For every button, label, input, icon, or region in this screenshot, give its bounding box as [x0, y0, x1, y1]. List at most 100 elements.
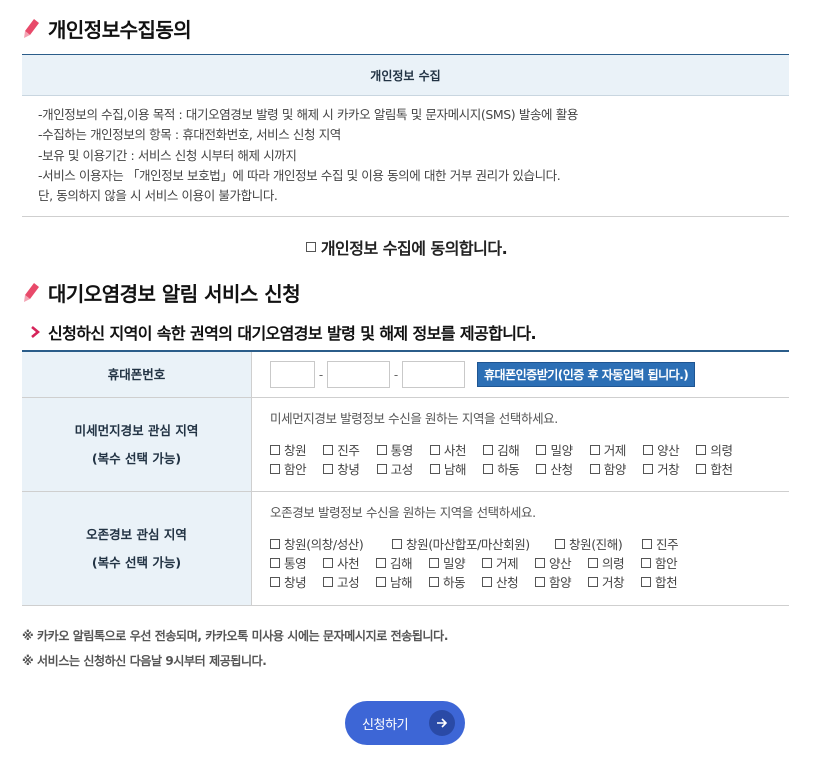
region-checkbox[interactable]: 사천	[429, 440, 483, 459]
checkbox-box[interactable]	[270, 463, 280, 474]
region-checkbox[interactable]: 진주	[642, 534, 702, 553]
region-checkbox[interactable]: 하동	[483, 459, 536, 478]
region-checkbox[interactable]: 함안	[270, 459, 323, 478]
checkbox-box[interactable]	[270, 444, 280, 455]
region-checkbox[interactable]: 산청	[536, 459, 589, 478]
agree-checkbox[interactable]	[305, 242, 316, 252]
region-checkbox[interactable]: 창녕	[323, 459, 376, 478]
checkbox-box[interactable]	[483, 463, 494, 474]
checkbox-box[interactable]	[535, 576, 545, 587]
checkbox-box[interactable]	[588, 557, 598, 568]
region-checkbox[interactable]: 통영	[376, 440, 430, 459]
region-checkbox[interactable]: 의령	[588, 553, 641, 572]
region-checkbox[interactable]: 하동	[429, 572, 482, 591]
region-checkbox[interactable]: 창원(의창/성산)	[270, 534, 392, 553]
region-checkbox[interactable]: 진주	[323, 440, 376, 459]
region-label: 함안	[284, 462, 307, 477]
region-label: 합천	[655, 575, 678, 590]
checkbox-box[interactable]	[589, 463, 600, 474]
checkbox-box[interactable]	[536, 444, 547, 455]
checkbox-row: 창녕 고성 남해 하동 산청 함양 거창 합천	[270, 572, 789, 591]
region-checkbox[interactable]: 양산	[535, 553, 588, 572]
note-line: ※ 카카오 알림톡으로 우선 전송되며, 카카오톡 미사용 시에는 문자메시지로…	[22, 629, 448, 643]
checkbox-box[interactable]	[696, 444, 707, 455]
region-checkbox[interactable]: 창원(마산합포/마산회원)	[392, 534, 555, 553]
checkbox-box[interactable]	[482, 557, 492, 568]
region-checkbox[interactable]: 창원(진해)	[555, 534, 642, 553]
submit-button[interactable]: 신청하기	[345, 701, 465, 745]
checkbox-box[interactable]	[323, 557, 333, 568]
checkbox-row: 함안 창녕 고성 남해 하동 산청 함양 거창 합천	[270, 459, 789, 478]
checkbox-box[interactable]	[429, 576, 439, 587]
checkbox-box[interactable]	[429, 557, 439, 568]
checkbox-box[interactable]	[535, 557, 545, 568]
region-checkbox[interactable]: 양산	[643, 440, 696, 459]
region-checkbox[interactable]: 통영	[270, 553, 323, 572]
region-checkbox[interactable]: 고성	[376, 459, 430, 478]
region-checkbox[interactable]: 밀양	[429, 553, 482, 572]
agree-checkbox-row[interactable]: 개인정보 수집에 동의합니다.	[0, 235, 813, 259]
pm-region-cell: 미세먼지경보 발령정보 수신을 원하는 지역을 선택하세요. 창원 진주 통영 사천 김…	[252, 398, 789, 491]
region-checkbox[interactable]: 남해	[429, 459, 483, 478]
region-checkbox[interactable]: 합천	[696, 459, 749, 478]
region-checkbox[interactable]: 김해	[376, 553, 429, 572]
phone-part1-input[interactable]	[270, 361, 315, 388]
checkbox-box[interactable]	[376, 557, 386, 568]
checkbox-box[interactable]	[376, 463, 387, 474]
region-checkbox[interactable]: 거제	[482, 553, 535, 572]
checkbox-box[interactable]	[323, 444, 334, 455]
region-checkbox[interactable]: 고성	[323, 572, 376, 591]
checkbox-box[interactable]	[270, 576, 280, 587]
checkbox-box[interactable]	[270, 557, 280, 568]
checkbox-box[interactable]	[376, 576, 386, 587]
region-label: 거창	[602, 575, 625, 590]
region-checkbox[interactable]: 거창	[643, 459, 696, 478]
checkbox-box[interactable]	[641, 576, 651, 587]
region-checkbox[interactable]: 사천	[323, 553, 376, 572]
phone-separator: -	[318, 367, 324, 382]
region-label: 진주	[337, 443, 360, 458]
checkbox-box[interactable]	[376, 444, 387, 455]
phone-part2-input[interactable]	[327, 361, 390, 388]
region-checkbox[interactable]: 의령	[696, 440, 749, 459]
region-checkbox[interactable]: 거제	[589, 440, 643, 459]
region-checkbox[interactable]: 김해	[483, 440, 536, 459]
region-checkbox[interactable]: 함안	[641, 553, 694, 572]
region-checkbox[interactable]: 함양	[589, 459, 643, 478]
checkbox-box[interactable]	[643, 463, 654, 474]
checkbox-box[interactable]	[589, 444, 600, 455]
checkbox-box[interactable]	[536, 463, 547, 474]
region-checkbox[interactable]: 창녕	[270, 572, 323, 591]
region-label: 창원(마산합포/마산회원)	[406, 537, 530, 552]
service-title: 대기오염경보 알림 서비스 신청	[48, 282, 301, 306]
phone-part3-input[interactable]	[402, 361, 465, 388]
region-checkbox[interactable]: 함양	[535, 572, 588, 591]
checkbox-box[interactable]	[642, 538, 652, 549]
region-checkbox[interactable]: 합천	[641, 572, 694, 591]
privacy-section-title: 개인정보수집동의	[22, 14, 192, 43]
consent-text: -개인정보의 수집,이용 목적 : 대기오염경보 발령 및 해제 시 카카오 알…	[38, 105, 778, 206]
checkbox-box[interactable]	[392, 538, 402, 549]
region-checkbox[interactable]: 밀양	[536, 440, 589, 459]
checkbox-box[interactable]	[482, 576, 492, 587]
checkbox-box[interactable]	[696, 463, 707, 474]
checkbox-box[interactable]	[641, 557, 651, 568]
region-checkbox[interactable]: 남해	[376, 572, 429, 591]
checkbox-box[interactable]	[323, 576, 333, 587]
phone-verify-button[interactable]: 휴대폰인증받기(인증 후 자동입력 됩니다.)	[477, 362, 696, 387]
region-checkbox[interactable]: 거창	[588, 572, 641, 591]
ozone-region-hint: 오존경보 발령정보 수신을 원하는 지역을 선택하세요.	[270, 505, 536, 520]
region-label: 밀양	[443, 556, 466, 571]
checkbox-box[interactable]	[483, 444, 494, 455]
checkbox-box[interactable]	[643, 444, 654, 455]
region-label: 남해	[443, 462, 467, 477]
region-label: 밀양	[550, 443, 573, 458]
checkbox-box[interactable]	[270, 538, 280, 549]
checkbox-box[interactable]	[429, 444, 440, 455]
region-checkbox[interactable]: 창원	[270, 440, 323, 459]
checkbox-box[interactable]	[323, 463, 334, 474]
checkbox-box[interactable]	[429, 463, 440, 474]
checkbox-box[interactable]	[555, 538, 565, 549]
region-checkbox[interactable]: 산청	[482, 572, 535, 591]
checkbox-box[interactable]	[588, 576, 598, 587]
